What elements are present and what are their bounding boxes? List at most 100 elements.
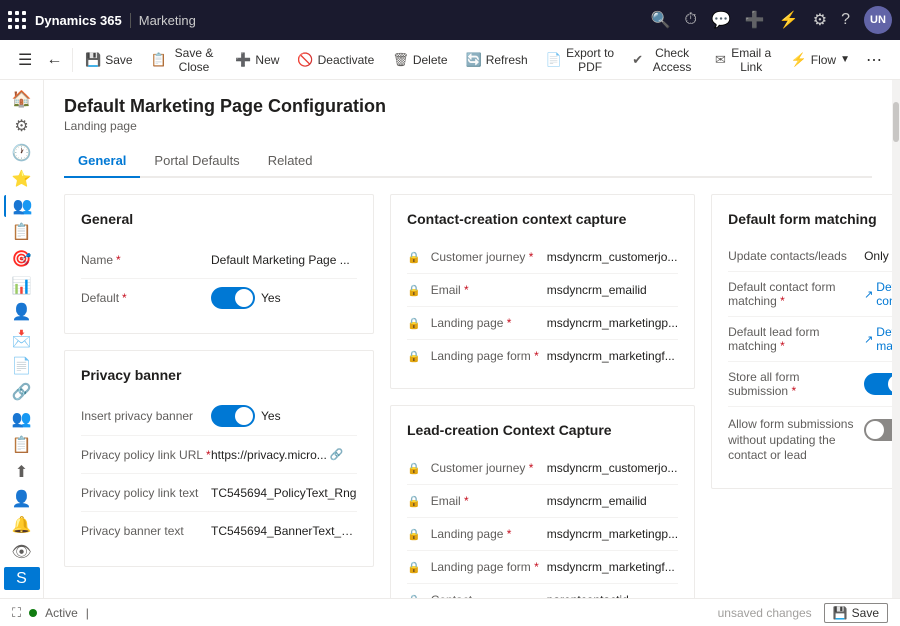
search-icon[interactable]: 🔍 [651, 10, 671, 30]
cc-landing-page-form-value[interactable]: msdyncrm_marketingf... [547, 349, 678, 363]
privacy-link-text-row: Privacy policy link text TC545694_Policy… [81, 474, 357, 512]
name-required: * [116, 253, 121, 267]
flow-button[interactable]: ⚡ Flow ▼ [783, 48, 858, 72]
sidebar-icon-teams[interactable]: 👥 [4, 408, 40, 431]
save-close-icon: 📋 [151, 52, 167, 68]
cc-customer-journey-value[interactable]: msdyncrm_customerjo... [547, 250, 678, 264]
deactivate-button[interactable]: 🚫 Deactivate [289, 48, 382, 72]
flow-dropdown-icon: ▼ [840, 54, 850, 65]
tab-portal-defaults[interactable]: Portal Defaults [140, 145, 253, 178]
dfm-lead-matching-link[interactable]: ↗ Default lead matchi... [864, 325, 892, 353]
lc-landing-page-value[interactable]: msdyncrm_marketingp... [547, 527, 678, 541]
new-icon: ➕ [235, 52, 251, 68]
question-icon[interactable]: ? [841, 11, 850, 29]
save-icon: 💾 [85, 52, 101, 68]
dfm-contact-matching-link[interactable]: ↗ Default contact mat... [864, 280, 892, 308]
hamburger-button[interactable]: ☰ [12, 46, 38, 74]
dfm-store-all-toggle[interactable] [864, 373, 892, 395]
dfm-update-row: Update contacts/leads Only contacts [728, 241, 892, 272]
lead-creation-panel: Lead-creation Context Capture 🔒 Customer… [390, 405, 695, 598]
main-layout: 🏠 ⚙ 🕐 ⭐ 👥 📋 🎯 📊 👤 📩 📄 🔗 👥 📋 ⬆ 👤 🔔 👁 S De… [0, 80, 900, 598]
sidebar-icon-contacts[interactable]: 👥 [4, 195, 40, 218]
insert-privacy-toggle-label: Yes [261, 409, 281, 423]
deactivate-icon: 🚫 [297, 52, 313, 68]
default-toggle[interactable] [211, 287, 255, 309]
lock-icon-8: 🔒 [407, 561, 421, 574]
help-icon[interactable]: 💬 [711, 10, 731, 30]
sidebar-icon-recent[interactable]: 🕐 [4, 141, 40, 164]
expand-icon[interactable]: ⛶ [12, 605, 21, 621]
lc-customer-journey-value[interactable]: msdyncrm_customerjo... [547, 461, 678, 475]
toggle-thumb [235, 289, 253, 307]
status-save-button[interactable]: 💾 Save [824, 603, 888, 623]
dfm-update-label: Update contacts/leads [728, 249, 858, 263]
sidebar-icon-user[interactable]: S [4, 567, 40, 590]
sidebar-icon-links[interactable]: 🔗 [4, 381, 40, 404]
sidebar-icon-home[interactable]: 🏠 [4, 88, 40, 111]
sidebar-icon-email[interactable]: 📩 [4, 328, 40, 351]
filter-icon[interactable]: ⚡ [779, 10, 799, 30]
sidebar-icon-favorites[interactable]: ⭐ [4, 168, 40, 191]
cc-landing-page-form-label: Landing page form * [431, 349, 541, 363]
insert-privacy-row: Insert privacy banner Yes [81, 397, 357, 436]
toolbar-divider-1 [72, 48, 73, 72]
sidebar-icon-accounts[interactable]: 👤 [4, 301, 40, 324]
external-link-icon[interactable]: 🔗 [330, 448, 344, 461]
email-link-button[interactable]: ✉ Email a Link [707, 42, 781, 78]
dfm-allow-submissions-label: Allow form submissions without updating … [728, 417, 858, 464]
sidebar-icon-profile[interactable]: 👤 [4, 487, 40, 510]
tab-related[interactable]: Related [254, 145, 327, 178]
save-button[interactable]: 💾 Save [77, 48, 141, 72]
sidebar-icon-settings[interactable]: ⚙ [4, 115, 40, 138]
dfm-update-value: Only contacts [864, 249, 892, 263]
delete-button[interactable]: 🗑 Delete [384, 48, 455, 72]
cc-customer-journey-label: Customer journey * [431, 250, 541, 264]
scroll-track[interactable] [892, 80, 900, 598]
scroll-thumb[interactable] [893, 102, 899, 142]
add-icon[interactable]: ➕ [745, 10, 765, 30]
toggle-thumb-store [888, 375, 892, 393]
sidebar-icon-tasks[interactable]: 📋 [4, 434, 40, 457]
privacy-link-text-value[interactable]: TC545694_PolicyText_Rng [211, 486, 357, 500]
lc-email-value[interactable]: msdyncrm_emailid [547, 494, 678, 508]
clock-icon[interactable]: ⏱ [685, 11, 697, 29]
sidebar-icon-segments[interactable]: 🎯 [4, 248, 40, 271]
general-panel-title: General [81, 211, 357, 227]
insert-privacy-toggle[interactable] [211, 405, 255, 427]
sidebar-icon-alerts[interactable]: 🔔 [4, 514, 40, 537]
sidebar-icon-pages[interactable]: 📄 [4, 354, 40, 377]
cc-email-value[interactable]: msdyncrm_emailid [547, 283, 678, 297]
sidebar-icon-view[interactable]: 👁 [4, 541, 40, 564]
name-value[interactable]: Default Marketing Page ... [211, 253, 357, 267]
new-button[interactable]: ➕ New [227, 48, 287, 72]
sidebar-icon-upload[interactable]: ⬆ [4, 461, 40, 484]
status-left: ⛶ Active | [12, 605, 89, 621]
lc-landing-page-form-value[interactable]: msdyncrm_marketingf... [547, 560, 678, 574]
sidebar-icon-leads[interactable]: 📋 [4, 221, 40, 244]
avatar[interactable]: UN [864, 6, 892, 34]
settings-icon[interactable]: ⚙ [813, 10, 827, 30]
dfm-store-all-toggle-row: Yes [864, 373, 892, 395]
status-save-icon: 💾 [833, 606, 848, 620]
toggle-thumb-allow [866, 421, 884, 439]
more-button[interactable]: ⋯ [860, 46, 888, 74]
export-icon: 📄 [546, 52, 562, 68]
privacy-banner-text-value[interactable]: TC545694_BannerText_TjO [211, 524, 357, 538]
cc-landing-page-label: Landing page * [431, 316, 541, 330]
flow-icon: ⚡ [791, 52, 807, 68]
privacy-url-value[interactable]: https://privacy.micro... 🔗 [211, 448, 357, 462]
back-button[interactable]: ← [40, 47, 68, 73]
cc-landing-page-form-row: 🔒 Landing page form * msdyncrm_marketing… [407, 340, 678, 372]
check-access-button[interactable]: ✔ Check Access [624, 42, 705, 78]
page-header: Default Marketing Page Configuration Lan… [64, 96, 872, 133]
insert-privacy-label: Insert privacy banner [81, 409, 211, 423]
apps-grid-icon[interactable] [8, 11, 27, 30]
save-close-button[interactable]: 📋 Save & Close [143, 42, 226, 78]
sidebar-icon-analytics[interactable]: 📊 [4, 274, 40, 297]
refresh-button[interactable]: 🔄 Refresh [458, 48, 536, 72]
export-button[interactable]: 📄 Export to PDF [538, 42, 623, 78]
cc-landing-page-value[interactable]: msdyncrm_marketingp... [547, 316, 678, 330]
privacy-link-text-label: Privacy policy link text [81, 486, 211, 500]
dfm-allow-submissions-toggle[interactable] [864, 419, 892, 441]
tab-general[interactable]: General [64, 145, 140, 178]
